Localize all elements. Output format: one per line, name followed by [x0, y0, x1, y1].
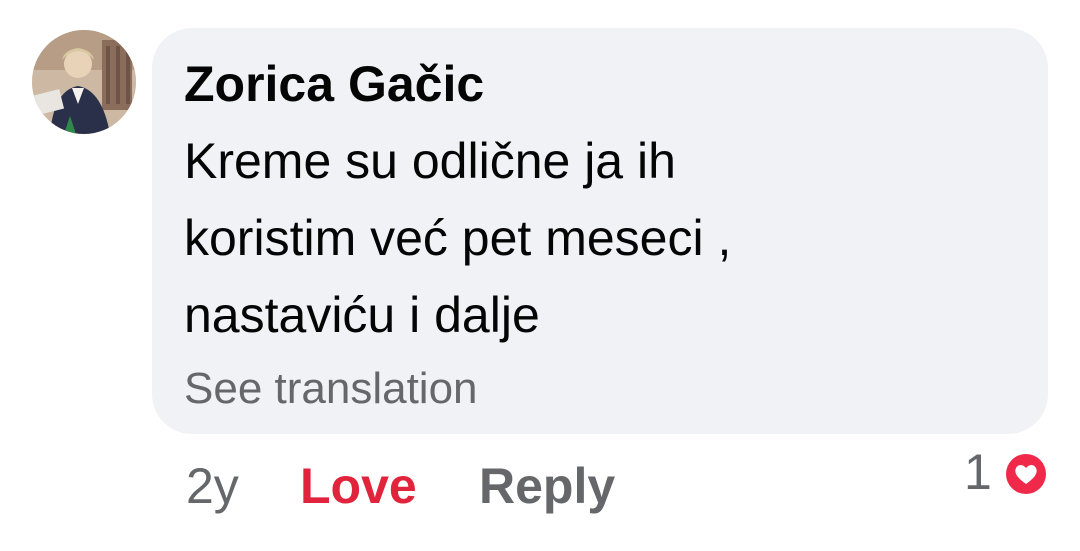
- see-translation-link[interactable]: See translation: [184, 360, 478, 418]
- avatar-photo-icon: [32, 30, 136, 134]
- author-name[interactable]: Zorica Gačic: [184, 52, 484, 116]
- love-button[interactable]: Love: [300, 454, 417, 518]
- comment-text-line-1: Kreme su odlične ja ih: [184, 133, 676, 189]
- love-reaction-icon[interactable]: [1002, 450, 1050, 498]
- reaction-count[interactable]: 1: [964, 440, 992, 504]
- comment-text-line-3: nastaviću i dalje: [184, 287, 540, 343]
- comment-container: Zorica Gačic Kreme su odlične ja ih kori…: [0, 0, 1080, 551]
- comment-timestamp[interactable]: 2y: [186, 454, 239, 518]
- reply-button[interactable]: Reply: [479, 454, 615, 518]
- avatar[interactable]: [32, 30, 136, 134]
- comment-text-line-2: koristim već pet meseci ,: [184, 210, 732, 266]
